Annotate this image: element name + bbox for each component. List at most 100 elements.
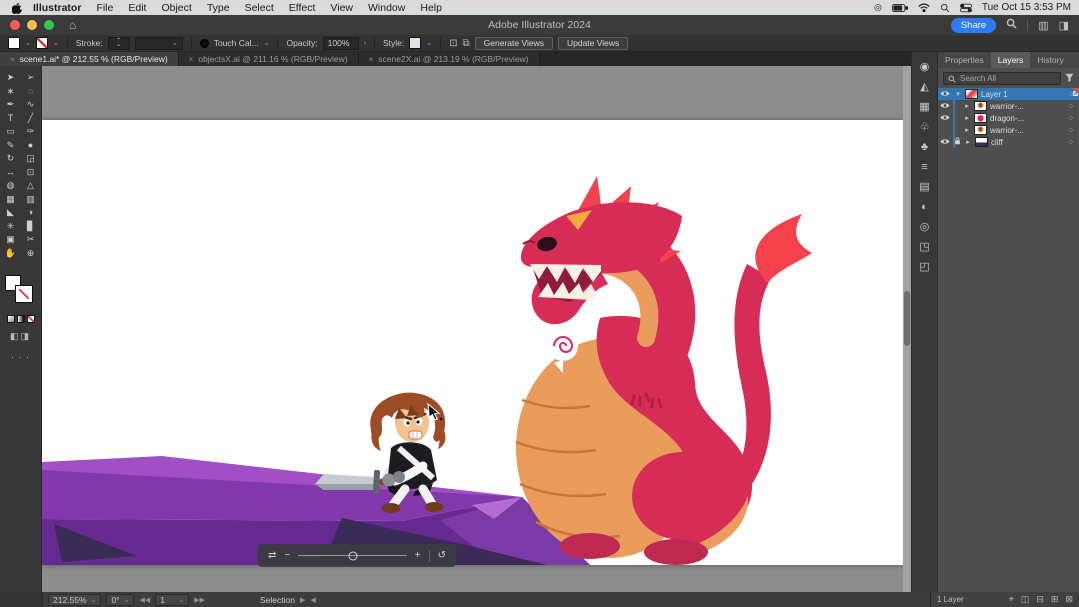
layer-row-warrior-1[interactable]: ▸ warrior-... ○ bbox=[938, 100, 1079, 112]
window-zoom-button[interactable] bbox=[44, 20, 54, 30]
zoom-slider-handle[interactable] bbox=[348, 551, 357, 560]
transparency-panel-icon[interactable]: ◐ bbox=[921, 200, 928, 215]
touch-zoom-bar[interactable]: ⇄ − + ↺ bbox=[258, 544, 456, 567]
chevron-right-icon[interactable]: ▸ bbox=[963, 114, 971, 122]
rotation-dropdown-icon[interactable]: ⌄ bbox=[124, 596, 130, 604]
artboard-navigation-field[interactable]: 1 ⌄ bbox=[155, 593, 190, 606]
layer-row-dragon[interactable]: ▸ dragon-... ○ bbox=[938, 112, 1079, 124]
zoom-level-field[interactable]: 212.55% ⌄ bbox=[48, 593, 102, 606]
menu-type[interactable]: Type bbox=[207, 2, 230, 14]
zoom-in-button[interactable]: + bbox=[415, 550, 421, 561]
shape-builder-tool-icon[interactable]: ◍ bbox=[4, 179, 18, 192]
zoom-dropdown-icon[interactable]: ⌄ bbox=[91, 596, 97, 604]
chevron-right-icon[interactable]: ▸ bbox=[963, 102, 971, 110]
visibility-eye-icon[interactable] bbox=[938, 113, 951, 123]
style-swatch[interactable] bbox=[409, 37, 422, 49]
gradient-tool-icon[interactable]: ▥ bbox=[24, 193, 38, 206]
last-artboard-icon[interactable]: ▶▶ bbox=[194, 596, 205, 604]
none-mode-icon[interactable] bbox=[26, 315, 35, 323]
layer-thumbnail[interactable] bbox=[965, 89, 978, 99]
rotate-tool-icon[interactable]: ↻ bbox=[4, 152, 18, 165]
free-transform-tool-icon[interactable]: ⊡ bbox=[24, 166, 38, 179]
layer-thumbnail[interactable] bbox=[974, 101, 987, 111]
stepper-down-icon[interactable]: ⌄ bbox=[116, 42, 121, 48]
visibility-eye-icon[interactable] bbox=[938, 101, 951, 111]
first-artboard-icon[interactable]: ◀◀ bbox=[139, 596, 150, 604]
layer-name[interactable]: dragon-... bbox=[990, 114, 1063, 123]
style-dropdown-icon[interactable]: ⌄ bbox=[426, 39, 432, 47]
mesh-tool-icon[interactable]: ▦ bbox=[4, 193, 18, 206]
document-setup-icon[interactable]: ⊡ bbox=[449, 38, 457, 49]
layer-name[interactable]: cliff bbox=[991, 138, 1063, 147]
hand-tool-icon[interactable]: ✋ bbox=[4, 247, 18, 260]
arrange-documents-icon[interactable]: ▥ bbox=[1038, 19, 1048, 32]
app-search-icon[interactable] bbox=[1006, 16, 1017, 34]
opacity-field[interactable]: 100% bbox=[322, 36, 359, 50]
apple-menu-icon[interactable] bbox=[12, 2, 23, 14]
wifi-icon[interactable] bbox=[918, 3, 930, 13]
menu-select[interactable]: Select bbox=[245, 2, 274, 14]
direct-selection-tool-icon[interactable]: ➢ bbox=[24, 71, 38, 84]
layer-row-layer1[interactable]: ▾ Layer 1 ○ bbox=[938, 88, 1079, 100]
export-panel-icon[interactable]: ◳ bbox=[919, 240, 929, 255]
chevron-right-icon[interactable]: ▸ bbox=[964, 138, 972, 146]
tab-close-icon[interactable]: × bbox=[189, 55, 194, 64]
doc-tab-scene2x[interactable]: × scene2X.ai @ 213.19 % (RGB/Preview) bbox=[358, 52, 540, 66]
layer-name[interactable]: warrior-... bbox=[990, 126, 1063, 135]
target-circle-icon[interactable]: ○ bbox=[1066, 127, 1076, 134]
stroke-dropdown-icon[interactable]: ⌄ bbox=[53, 39, 59, 47]
gradient-mode-icon[interactable] bbox=[16, 315, 25, 323]
zoom-tool-icon[interactable]: ⊕ bbox=[24, 247, 38, 260]
workspace-switcher-icon[interactable]: ◨ bbox=[1059, 19, 1069, 32]
line-segment-tool-icon[interactable]: ╱ bbox=[24, 112, 38, 125]
artboards-panel-icon[interactable]: ▦ bbox=[919, 100, 929, 115]
fill-color-swatch[interactable] bbox=[8, 37, 20, 49]
lock-icon[interactable] bbox=[954, 137, 961, 147]
menu-view[interactable]: View bbox=[330, 2, 353, 14]
spotlight-icon[interactable] bbox=[940, 3, 950, 13]
artboard-dropdown-icon[interactable]: ⌄ bbox=[178, 596, 184, 604]
filter-funnel-icon[interactable] bbox=[1065, 73, 1074, 84]
new-sublayer-icon[interactable]: ⊟ bbox=[1036, 594, 1044, 605]
symbol-sprayer-tool-icon[interactable]: ✳ bbox=[4, 220, 18, 233]
layer-thumbnail[interactable] bbox=[974, 113, 987, 123]
new-layer-icon[interactable]: ⊞ bbox=[1051, 594, 1059, 605]
color-mode-icon[interactable] bbox=[6, 315, 15, 323]
preferences-icon[interactable]: ⧉ bbox=[463, 38, 470, 49]
target-circle-icon[interactable]: ○ bbox=[1066, 139, 1076, 146]
update-views-button[interactable]: Update Views bbox=[557, 36, 629, 50]
tab-history[interactable]: History bbox=[1030, 52, 1070, 68]
tab-close-icon[interactable]: × bbox=[369, 55, 374, 64]
zoom-out-button[interactable]: − bbox=[284, 550, 290, 561]
opacity-submenu-icon[interactable]: › bbox=[364, 40, 366, 47]
edit-toolbar-icon[interactable]: · · · bbox=[11, 352, 30, 362]
pen-tool-icon[interactable]: ✒ bbox=[4, 98, 18, 111]
visibility-eye-icon[interactable] bbox=[938, 89, 951, 99]
libraries-panel-icon[interactable]: ♧ bbox=[920, 120, 930, 135]
pathfinder-panel-icon[interactable]: ◭ bbox=[920, 80, 928, 95]
scale-tool-icon[interactable]: ◲ bbox=[24, 152, 38, 165]
layers-search-box[interactable] bbox=[943, 72, 1061, 85]
visibility-eye-icon[interactable] bbox=[938, 137, 951, 147]
width-tool-icon[interactable]: ↔ bbox=[4, 166, 18, 179]
menu-effect[interactable]: Effect bbox=[289, 2, 316, 14]
brush-dropdown-icon[interactable]: ⌄ bbox=[264, 39, 270, 47]
stroke-weight-stepper[interactable]: ⌃ ⌄ bbox=[107, 36, 130, 50]
doc-tab-objectsx[interactable]: × objectsX.ai @ 211.16 % (RGB/Preview) bbox=[178, 52, 359, 66]
appearance-panel-icon[interactable]: ◎ bbox=[920, 220, 930, 235]
stroke-color-swatch[interactable] bbox=[35, 37, 48, 49]
pane-arrow-right-icon[interactable]: ▶ bbox=[300, 596, 305, 604]
layer-thumbnail[interactable] bbox=[975, 137, 988, 147]
chevron-right-icon[interactable]: ▸ bbox=[963, 126, 971, 134]
menu-edit[interactable]: Edit bbox=[128, 2, 146, 14]
layer-row-warrior-2[interactable]: ▸ warrior-... ○ bbox=[938, 124, 1079, 136]
delete-layer-icon[interactable]: ⊠ bbox=[1065, 594, 1073, 605]
tab-close-icon[interactable]: × bbox=[10, 55, 15, 64]
curvature-tool-icon[interactable]: ∿ bbox=[24, 98, 38, 111]
artboard-tool-icon[interactable]: ▣ bbox=[4, 233, 18, 246]
perspective-grid-tool-icon[interactable]: △ bbox=[24, 179, 38, 192]
rectangle-tool-icon[interactable]: ▭ bbox=[4, 125, 18, 138]
layer-row-cliff[interactable]: ▸ cliff ○ bbox=[938, 136, 1079, 148]
lasso-tool-icon[interactable]: ◌ bbox=[24, 85, 38, 98]
tab-layers[interactable]: Layers bbox=[990, 52, 1031, 68]
